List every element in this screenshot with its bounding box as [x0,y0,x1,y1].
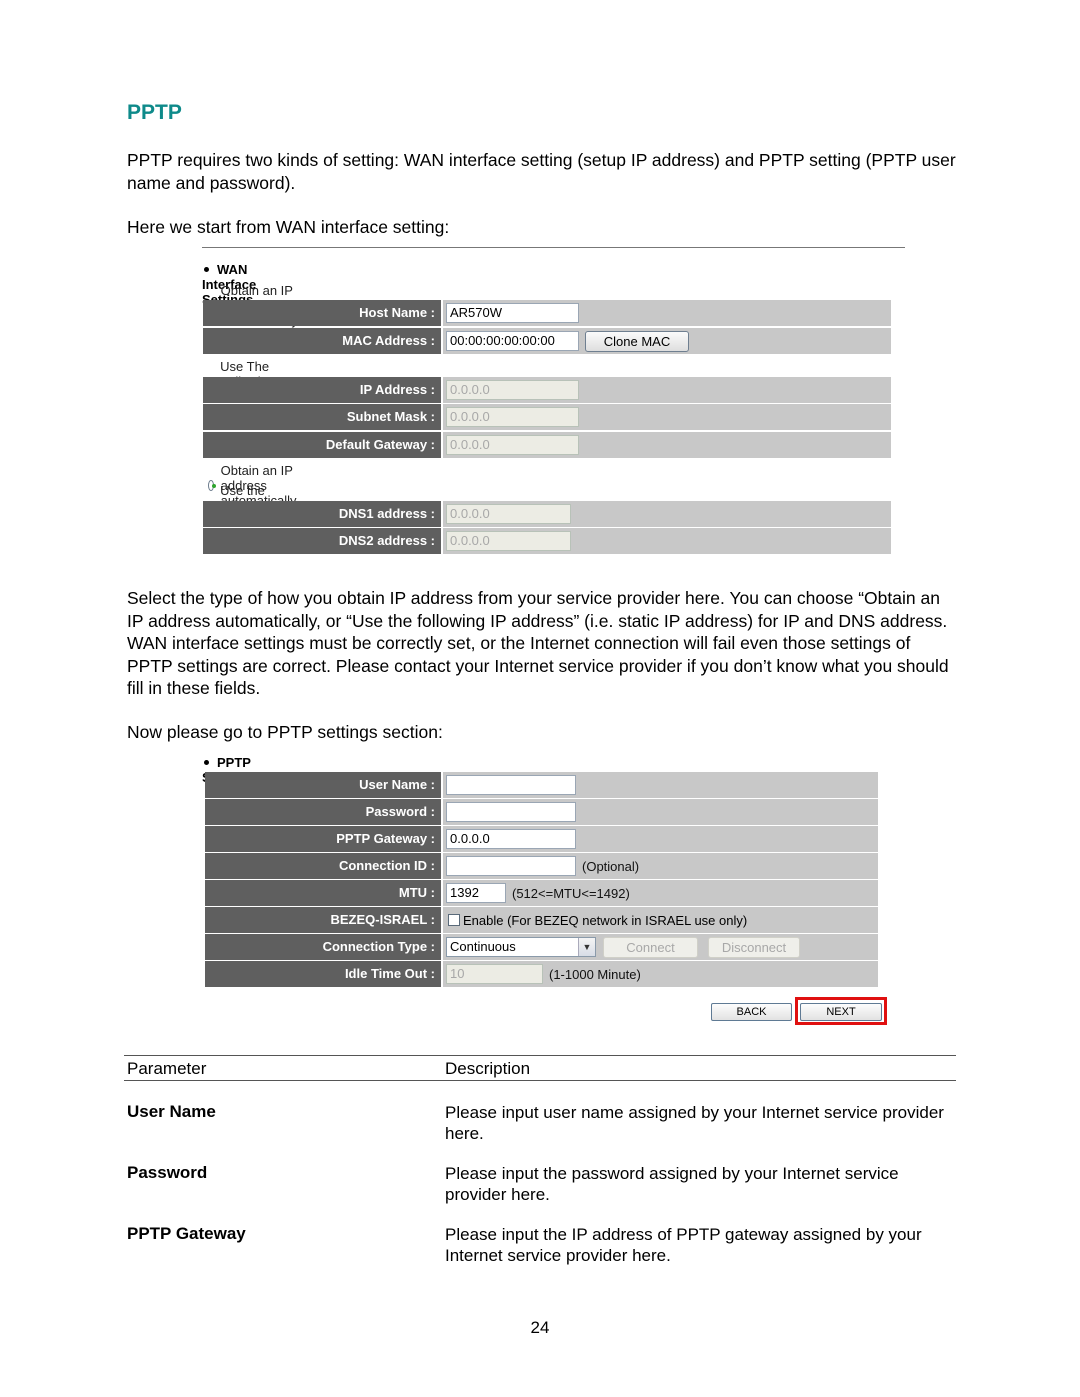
bezeq-enable-checkbox[interactable] [448,914,460,926]
host-name-label: Host Name : [203,300,443,326]
subnet-mask-row: Subnet Mask : 0.0.0.0 [203,404,891,430]
bezeq-row: BEZEQ-ISRAEL : Enable (For BEZEQ network… [205,907,878,933]
idle-time-out-input[interactable]: 10 [446,964,543,984]
mtu-row: MTU : 1392 (512<=MTU<=1492) [205,880,878,906]
password-label: Password : [205,799,443,825]
intro-paragraph: PPTP requires two kinds of setting: WAN … [127,150,956,193]
ip-address-label: IP Address : [203,377,443,403]
wan-lead-text: Here we start from WAN interface setting… [127,217,450,237]
chevron-down-icon[interactable]: ▼ [578,938,595,956]
default-gateway-input[interactable]: 0.0.0.0 [446,435,579,455]
bullet-icon [204,267,209,273]
password-input[interactable] [446,802,576,822]
ip-address-row: IP Address : 0.0.0.0 [203,377,891,403]
bezeq-label: BEZEQ-ISRAEL : [205,907,443,933]
default-gateway-row: Default Gateway : 0.0.0.0 [203,432,891,458]
param-desc: Please input user name assigned by your … [445,1103,944,1143]
table-top-rule [124,1055,956,1056]
disconnect-button[interactable]: Disconnect [708,936,800,958]
subnet-mask-input[interactable]: 0.0.0.0 [446,407,579,427]
connection-type-value: Continuous [450,939,516,954]
mtu-input[interactable]: 1392 [446,883,506,903]
dns2-row: DNS2 address : 0.0.0.0 [203,528,891,554]
optional-note: (Optional) [582,858,640,874]
connection-id-label: Connection ID : [205,853,443,879]
mac-address-label: MAC Address : [203,328,443,354]
password-row: Password : [205,799,878,825]
back-button[interactable]: BACK [711,1003,792,1021]
param-name: PPTP Gateway [127,1224,246,1243]
host-name-input[interactable]: AR570W [446,303,579,323]
mtu-label: MTU : [205,880,443,906]
connection-id-row: Connection ID : (Optional) [205,853,878,879]
connection-type-select[interactable]: Continuous ▼ [446,937,596,957]
table-header-rule [124,1080,956,1081]
idle-time-out-label: Idle Time Out : [205,961,443,987]
clone-mac-button[interactable]: Clone MAC [585,330,689,352]
mtu-range-note: (512<=MTU<=1492) [512,885,630,901]
header-parameter: Parameter [127,1059,207,1078]
header-description: Description [445,1059,531,1078]
pptp-gateway-input[interactable]: 0.0.0.0 [446,829,576,849]
explanation-paragraph: Select the type of how you obtain IP add… [127,588,949,698]
param-name: Password [127,1163,208,1182]
next-button[interactable]: NEXT [800,1003,882,1021]
pptp-gateway-label: PPTP Gateway : [205,826,443,852]
page-number: 24 [530,1318,550,1337]
param-name: User Name [127,1102,216,1121]
param-desc: Please input the password assigned by yo… [445,1164,899,1204]
user-name-label: User Name : [205,772,443,798]
connection-type-label: Connection Type : [205,934,443,960]
pptp-lead-text: Now please go to PPTP settings section: [127,722,443,742]
user-name-input[interactable] [446,775,576,795]
connect-button[interactable]: Connect [603,936,698,958]
dns1-row: DNS1 address : 0.0.0.0 [203,501,891,527]
subnet-mask-label: Subnet Mask : [203,404,443,430]
divider [202,247,905,248]
bezeq-enable-label: Enable (For BEZEQ network in ISRAEL use … [463,912,748,928]
ip-address-input[interactable]: 0.0.0.0 [446,380,579,400]
mac-address-row: MAC Address : 00:00:00:00:00:00 Clone MAC [203,328,891,354]
dns2-label: DNS2 address : [203,528,443,554]
default-gateway-label: Default Gateway : [203,432,443,458]
mac-address-input[interactable]: 00:00:00:00:00:00 [446,331,579,351]
pptp-gateway-row: PPTP Gateway : 0.0.0.0 [205,826,878,852]
connection-id-input[interactable] [446,856,576,876]
dns2-input[interactable]: 0.0.0.0 [446,531,571,551]
user-name-row: User Name : [205,772,878,798]
host-name-row: Host Name : AR570W [203,300,891,326]
bullet-icon [204,760,209,766]
dns1-input[interactable]: 0.0.0.0 [446,504,571,524]
dns1-label: DNS1 address : [203,501,443,527]
section-heading: PPTP [127,101,182,124]
idle-time-out-row: Idle Time Out : 10 (1-1000 Minute) [205,961,878,987]
connection-type-row: Connection Type : Continuous ▼ Connect Di… [205,934,878,960]
idle-range-note: (1-1000 Minute) [549,966,641,982]
param-desc: Please input the IP address of PPTP gate… [445,1225,922,1265]
